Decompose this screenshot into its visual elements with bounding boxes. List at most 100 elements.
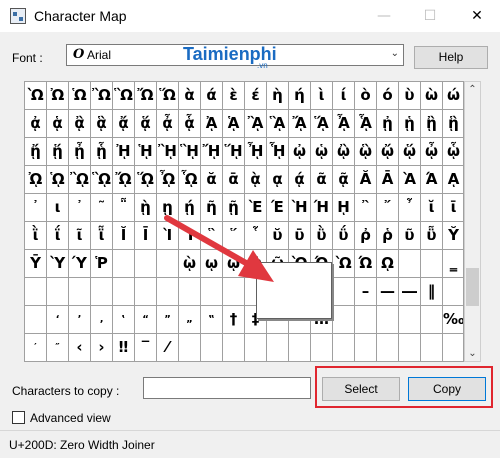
char-cell[interactable]: ‰ (443, 306, 463, 334)
char-cell[interactable]: ᾘ (113, 138, 135, 166)
char-cell[interactable]: ᾚ (157, 138, 179, 166)
char-cell[interactable]: ᾂ (69, 110, 91, 138)
char-cell[interactable]: “ (135, 306, 157, 334)
char-cell[interactable]: ῧ (421, 222, 443, 250)
char-cell[interactable] (443, 334, 463, 361)
char-cell[interactable]: † (223, 306, 245, 334)
char-cell[interactable]: ῂ (135, 194, 157, 222)
char-cell[interactable]: ᾆ (157, 110, 179, 138)
char-cell[interactable] (179, 334, 201, 361)
char-cell[interactable]: ’ (69, 306, 91, 334)
char-cell[interactable]: ᾐ (377, 110, 399, 138)
char-cell[interactable] (245, 334, 267, 361)
character-grid-cells[interactable]: ῺὨὩὪὫὬὭὰάὲέὴήὶίὸόὺὼώᾀᾁᾂᾃᾄᾅᾆᾇᾈᾉᾊᾋᾌᾍᾎᾏᾐᾑᾒᾓ… (25, 82, 463, 361)
char-cell[interactable]: ῡ (289, 222, 311, 250)
char-cell[interactable]: ‼ (113, 334, 135, 361)
char-cell[interactable]: ὺ (399, 82, 421, 110)
char-cell[interactable]: ῲ (179, 250, 201, 278)
char-cell[interactable]: ᾎ (333, 110, 355, 138)
char-cell[interactable]: ῁ (113, 194, 135, 222)
copy-button[interactable]: Copy (408, 377, 486, 401)
char-cell[interactable]: ᾢ (333, 138, 355, 166)
char-cell[interactable]: Ᾱ (377, 166, 399, 194)
char-cell[interactable] (157, 278, 179, 306)
char-cell[interactable]: ῌ (333, 194, 355, 222)
minimize-button[interactable]: — (361, 0, 407, 32)
char-cell[interactable]: Ύ (69, 250, 91, 278)
char-cell[interactable]: ᾄ (113, 110, 135, 138)
char-cell[interactable]: ῝ (201, 222, 223, 250)
char-cell[interactable]: ‾ (135, 334, 157, 361)
char-cell[interactable]: ῒ (25, 222, 47, 250)
char-cell[interactable]: ᾕ (47, 138, 69, 166)
char-cell[interactable]: ᾩ (47, 166, 69, 194)
select-button[interactable]: Select (322, 377, 400, 401)
char-cell[interactable] (25, 278, 47, 306)
char-cell[interactable] (377, 306, 399, 334)
char-cell[interactable] (399, 250, 421, 278)
char-cell[interactable]: ΐ (47, 222, 69, 250)
char-cell[interactable]: ᾋ (267, 110, 289, 138)
char-cell[interactable]: ῼ (377, 250, 399, 278)
char-cell[interactable] (223, 278, 245, 306)
char-cell[interactable]: ῖ (69, 222, 91, 250)
char-cell[interactable]: › (91, 334, 113, 361)
char-cell[interactable]: ″ (47, 334, 69, 361)
char-cell[interactable]: ή (289, 82, 311, 110)
char-cell[interactable]: ᾞ (245, 138, 267, 166)
char-cell[interactable]: ῤ (355, 222, 377, 250)
char-cell[interactable] (223, 334, 245, 361)
char-cell[interactable]: ― (399, 278, 421, 306)
char-cell[interactable]: „ (179, 306, 201, 334)
char-cell[interactable] (311, 334, 333, 361)
char-cell[interactable]: Ῑ (135, 222, 157, 250)
char-cell[interactable] (47, 278, 69, 306)
char-cell[interactable]: ᾝ (223, 138, 245, 166)
help-button[interactable]: Help (414, 46, 488, 69)
char-cell[interactable]: ῐ (421, 194, 443, 222)
characters-to-copy-input[interactable] (143, 377, 311, 399)
char-cell[interactable]: ‟ (201, 306, 223, 334)
char-cell[interactable]: ῴ (223, 250, 245, 278)
char-cell[interactable] (135, 250, 157, 278)
char-cell[interactable]: ό (377, 82, 399, 110)
char-cell[interactable]: Ὼ (333, 250, 355, 278)
char-cell[interactable] (421, 334, 443, 361)
char-cell[interactable] (91, 278, 113, 306)
char-cell[interactable] (333, 306, 355, 334)
char-cell[interactable]: ῄ (179, 194, 201, 222)
char-cell[interactable]: ῢ (311, 222, 333, 250)
char-cell[interactable] (113, 278, 135, 306)
char-cell[interactable]: ὲ (223, 82, 245, 110)
char-cell[interactable]: ᾭ (135, 166, 157, 194)
char-cell[interactable]: ὼ (421, 82, 443, 110)
char-cell[interactable]: ᾪ (69, 166, 91, 194)
char-cell[interactable]: ὴ (267, 82, 289, 110)
char-cell[interactable] (399, 334, 421, 361)
char-cell[interactable]: ὰ (179, 82, 201, 110)
char-cell[interactable] (25, 306, 47, 334)
char-cell[interactable] (421, 250, 443, 278)
char-cell[interactable]: ῠ (267, 222, 289, 250)
char-cell[interactable]: ᾇ (179, 110, 201, 138)
char-cell[interactable] (333, 334, 355, 361)
char-cell[interactable]: ‖ (421, 278, 443, 306)
char-cell[interactable]: ᾴ (289, 166, 311, 194)
char-cell[interactable]: Ὼ (25, 82, 47, 110)
char-cell[interactable]: Ῥ (91, 250, 113, 278)
char-cell[interactable]: ᾊ (245, 110, 267, 138)
char-cell[interactable]: ᾰ (201, 166, 223, 194)
char-cell[interactable]: ᾖ (69, 138, 91, 166)
char-cell[interactable]: ῥ (377, 222, 399, 250)
char-cell[interactable]: ᾍ (311, 110, 333, 138)
char-cell[interactable]: ᾥ (399, 138, 421, 166)
char-cell[interactable]: ᾒ (421, 110, 443, 138)
char-cell[interactable]: Ὴ (289, 194, 311, 222)
char-cell[interactable]: ᾗ (91, 138, 113, 166)
char-cell[interactable]: ῑ (443, 194, 463, 222)
char-cell[interactable]: ᾓ (443, 110, 463, 138)
char-cell[interactable]: ῗ (91, 222, 113, 250)
char-cell[interactable] (443, 278, 463, 306)
char-cell[interactable]: Ὶ (157, 222, 179, 250)
char-cell[interactable]: Ὺ (47, 250, 69, 278)
